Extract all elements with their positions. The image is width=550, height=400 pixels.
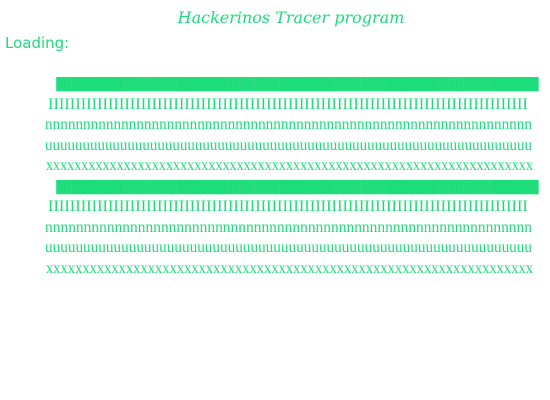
output-line-u: uuuuuuuuuuuuuuuuuuuuuuuuuuuuuuuuuuuuuuuu… <box>0 138 550 159</box>
output-line-n: nnnnnnnnnnnnnnnnnnnnnnnnnnnnnnnnnnnnnnnn… <box>0 117 550 138</box>
output-line-text: ||||||||||||||||||||||||||||||||||||||||… <box>48 76 547 93</box>
output-line-text: IIIIIIIIIIIIIIIIIIIIIIIIIIIIIIIIIIIIIIII… <box>48 96 528 113</box>
output-line-text: nnnnnnnnnnnnnnnnnnnnnnnnnnnnnnnnnnnnnnnn… <box>45 219 532 236</box>
output-line-text: uuuuuuuuuuuuuuuuuuuuuuuuuuuuuuuuuuuuuuuu… <box>45 240 532 256</box>
tracer-window: Hackerinos Tracer program Loading: |||||… <box>0 0 550 400</box>
output-line-x: xxxxxxxxxxxxxxxxxxxxxxxxxxxxxxxxxxxxxxxx… <box>0 158 550 179</box>
output-line-text: xxxxxxxxxxxxxxxxxxxxxxxxxxxxxxxxxxxxxxxx… <box>46 260 533 277</box>
output-line-text: xxxxxxxxxxxxxxxxxxxxxxxxxxxxxxxxxxxxxxxx… <box>46 158 533 174</box>
output-line-text: nnnnnnnnnnnnnnnnnnnnnnnnnnnnnnnnnnnnnnnn… <box>45 117 532 133</box>
output-line-text: IIIIIIIIIIIIIIIIIIIIIIIIIIIIIIIIIIIIIIII… <box>48 199 528 215</box>
loading-output: ||||||||||||||||||||||||||||||||||||||||… <box>0 76 550 281</box>
window-title: Hackerinos Tracer program <box>177 8 405 27</box>
output-line-bar: ||||||||||||||||||||||||||||||||||||||||… <box>0 179 550 200</box>
output-line-x: xxxxxxxxxxxxxxxxxxxxxxxxxxxxxxxxxxxxxxxx… <box>0 261 550 282</box>
output-line-bar: ||||||||||||||||||||||||||||||||||||||||… <box>0 76 550 97</box>
output-line-i: IIIIIIIIIIIIIIIIIIIIIIIIIIIIIIIIIIIIIIII… <box>0 199 550 220</box>
output-line-u: uuuuuuuuuuuuuuuuuuuuuuuuuuuuuuuuuuuuuuuu… <box>0 240 550 261</box>
output-line-i: IIIIIIIIIIIIIIIIIIIIIIIIIIIIIIIIIIIIIIII… <box>0 97 550 118</box>
output-line-text: uuuuuuuuuuuuuuuuuuuuuuuuuuuuuuuuuuuuuuuu… <box>45 137 532 154</box>
output-line-n: nnnnnnnnnnnnnnnnnnnnnnnnnnnnnnnnnnnnnnnn… <box>0 220 550 241</box>
loading-label: Loading: <box>5 34 70 52</box>
output-line-text: ||||||||||||||||||||||||||||||||||||||||… <box>48 178 547 196</box>
